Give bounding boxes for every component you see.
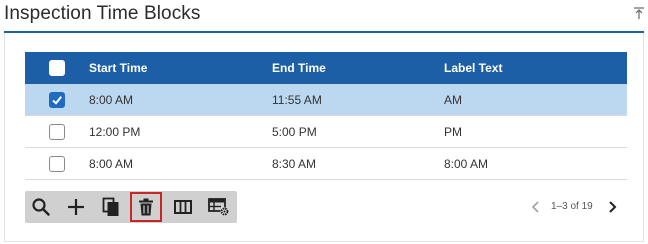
columns-icon (174, 200, 192, 214)
row-checkbox[interactable] (49, 156, 65, 172)
previous-page-button[interactable] (530, 200, 542, 214)
next-page-button[interactable] (606, 200, 618, 214)
chevron-right-icon (609, 201, 617, 213)
label-text-cell: AM (444, 93, 462, 107)
check-icon (52, 96, 62, 105)
column-header-end-time[interactable]: End Time (272, 52, 326, 84)
start-time-cell: 8:00 AM (89, 157, 134, 171)
copy-icon (102, 197, 119, 216)
panel-header: Inspection Time Blocks (0, 0, 648, 33)
label-text-cell: PM (444, 125, 462, 139)
table-row[interactable]: 8:00 AM 11:55 AM AM (25, 84, 627, 116)
grid-settings-button[interactable] (203, 192, 235, 222)
time-blocks-grid: Start Time End Time Label Text 8:00 AM 1… (25, 52, 627, 180)
search-button[interactable] (25, 192, 57, 222)
copy-button[interactable] (95, 192, 127, 222)
table-row[interactable]: 12:00 PM 5:00 PM PM (25, 116, 627, 148)
label-text-cell: 8:00 AM (444, 157, 489, 171)
add-icon (68, 199, 84, 215)
inspection-time-blocks-panel: Inspection Time Blocks Start Time End Ti… (0, 0, 648, 244)
table-row[interactable]: 8:00 AM 8:30 AM 8:00 AM (25, 148, 627, 180)
delete-icon (139, 198, 153, 216)
row-select-cell (25, 116, 87, 148)
row-checkbox[interactable] (49, 92, 65, 108)
select-all-checkbox[interactable] (49, 60, 65, 76)
delete-button[interactable] (130, 192, 162, 222)
column-header-start-time[interactable]: Start Time (89, 52, 147, 84)
page-info: 1–3 of 19 (551, 201, 593, 212)
row-checkbox[interactable] (49, 124, 65, 140)
start-time-cell: 12:00 PM (89, 125, 141, 139)
columns-button[interactable] (167, 192, 199, 222)
start-time-cell: 8:00 AM (89, 93, 134, 107)
end-time-cell: 5:00 PM (272, 125, 317, 139)
chevron-left-icon (531, 201, 539, 213)
end-time-cell: 11:55 AM (272, 93, 322, 107)
row-select-cell (25, 84, 87, 116)
end-time-cell: 8:30 AM (272, 157, 317, 171)
collapse-panel-button[interactable] (632, 6, 646, 20)
pagination: 1–3 of 19 (526, 191, 626, 223)
add-button[interactable] (60, 192, 92, 222)
collapse-up-icon (634, 7, 644, 19)
column-header-label-text[interactable]: Label Text (444, 52, 502, 84)
search-icon (32, 198, 50, 216)
select-all-cell (25, 52, 87, 84)
grid-settings-icon (208, 198, 229, 216)
row-select-cell (25, 148, 87, 180)
panel-title: Inspection Time Blocks (4, 3, 201, 24)
grid-header-row: Start Time End Time Label Text (25, 52, 627, 84)
grid-toolbar (25, 191, 237, 223)
